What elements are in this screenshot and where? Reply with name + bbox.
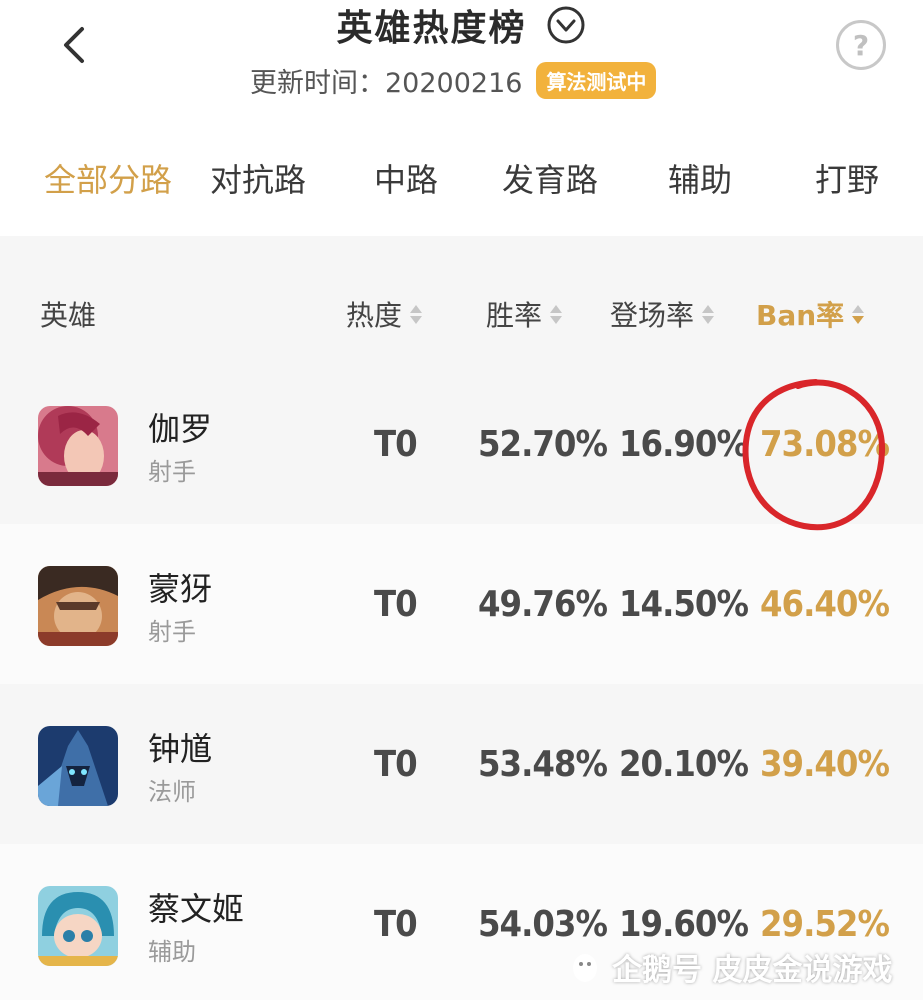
hero-name: 伽罗 xyxy=(148,410,213,448)
hero-name: 蔡文姬 xyxy=(148,890,245,928)
heat-tier: T0 xyxy=(374,424,418,465)
sort-desc-icon xyxy=(852,304,865,324)
win-rate: 54.03% xyxy=(478,904,608,945)
penguin-logo-icon xyxy=(573,954,597,982)
pick-rate: 14.50% xyxy=(619,584,749,625)
hero-role: 辅助 xyxy=(148,938,196,966)
heat-tier: T0 xyxy=(374,584,418,625)
chevron-down-circle-icon xyxy=(547,6,584,44)
column-ban-label: Ban率 xyxy=(756,299,845,332)
hero-role: 法师 xyxy=(148,778,196,806)
watermark-text: 企鹅号 皮皮金说游戏 xyxy=(612,953,893,988)
pick-rate: 16.90% xyxy=(619,424,749,465)
question-icon: ? xyxy=(852,28,870,62)
sort-icon xyxy=(702,304,715,324)
hero-avatar xyxy=(38,886,118,966)
hero-role: 射手 xyxy=(148,458,196,486)
pick-rate: 20.10% xyxy=(619,744,749,785)
tab-farm-lane[interactable]: 发育路 xyxy=(502,155,598,201)
update-time: 更新时间：20200216 xyxy=(250,67,523,99)
algo-test-badge: 算法测试中 xyxy=(536,61,657,99)
title-dropdown-button[interactable] xyxy=(545,4,587,46)
column-ban-rate[interactable]: Ban率 xyxy=(756,294,865,334)
column-hero: 英雄 xyxy=(40,294,96,334)
tab-support[interactable]: 辅助 xyxy=(668,155,732,201)
ban-rate: 46.40% xyxy=(760,584,890,625)
column-heat[interactable]: 热度 xyxy=(346,294,423,334)
sort-icon xyxy=(410,304,423,324)
column-pick-label: 登场率 xyxy=(610,299,695,332)
column-heat-label: 热度 xyxy=(346,299,403,332)
hero-name: 钟馗 xyxy=(148,730,213,768)
help-button[interactable]: ? xyxy=(836,20,886,70)
column-hero-label: 英雄 xyxy=(40,299,97,332)
hero-avatar xyxy=(38,726,118,806)
tab-clash-lane[interactable]: 对抗路 xyxy=(210,155,306,201)
ban-rate: 29.52% xyxy=(760,904,890,945)
win-rate: 52.70% xyxy=(478,424,608,465)
column-win-label: 胜率 xyxy=(486,299,543,332)
ban-rate: 39.40% xyxy=(760,744,890,785)
win-rate: 53.48% xyxy=(478,744,608,785)
hero-ranking-page: 英雄热度榜 更新时间：20200216 算法测试中 ? 全部分路 对抗路 中路 … xyxy=(0,0,923,1000)
table-row[interactable]: 蒙犽 射手 T0 49.76% 14.50% 46.40% xyxy=(0,524,923,684)
heat-tier: T0 xyxy=(374,904,418,945)
ban-rate: 73.08% xyxy=(760,424,890,465)
title-area: 英雄热度榜 xyxy=(0,0,923,49)
page-title: 英雄热度榜 xyxy=(336,8,527,49)
hero-avatar xyxy=(38,566,118,646)
hero-avatar xyxy=(38,406,118,486)
tab-jungle[interactable]: 打野 xyxy=(815,155,879,201)
heat-tier: T0 xyxy=(374,744,418,785)
tab-mid-lane[interactable]: 中路 xyxy=(374,155,438,201)
sort-icon xyxy=(550,304,563,324)
column-pick-rate[interactable]: 登场率 xyxy=(610,294,715,334)
table-row[interactable]: 钟馗 法师 T0 53.48% 20.10% 39.40% xyxy=(0,684,923,844)
lane-tabs: 全部分路 对抗路 中路 发育路 辅助 打野 xyxy=(0,155,923,215)
update-info: 更新时间：20200216 算法测试中 xyxy=(250,60,657,100)
column-win-rate[interactable]: 胜率 xyxy=(486,294,563,334)
hero-table: 英雄 热度 胜率 登场率 Ban率 伽罗 射手 T0 52.70% 16.90%… xyxy=(0,236,923,1000)
tab-all-lanes[interactable]: 全部分路 xyxy=(44,155,172,201)
header: 英雄热度榜 更新时间：20200216 算法测试中 ? xyxy=(0,0,923,130)
table-row[interactable]: 伽罗 射手 T0 52.70% 16.90% 73.08% xyxy=(0,364,923,524)
hero-role: 射手 xyxy=(148,618,196,646)
table-header: 英雄 热度 胜率 登场率 Ban率 xyxy=(0,236,923,366)
pick-rate: 19.60% xyxy=(619,904,749,945)
watermark: 企鹅号 皮皮金说游戏 xyxy=(568,945,892,989)
win-rate: 49.76% xyxy=(478,584,608,625)
hero-name: 蒙犽 xyxy=(148,570,213,608)
